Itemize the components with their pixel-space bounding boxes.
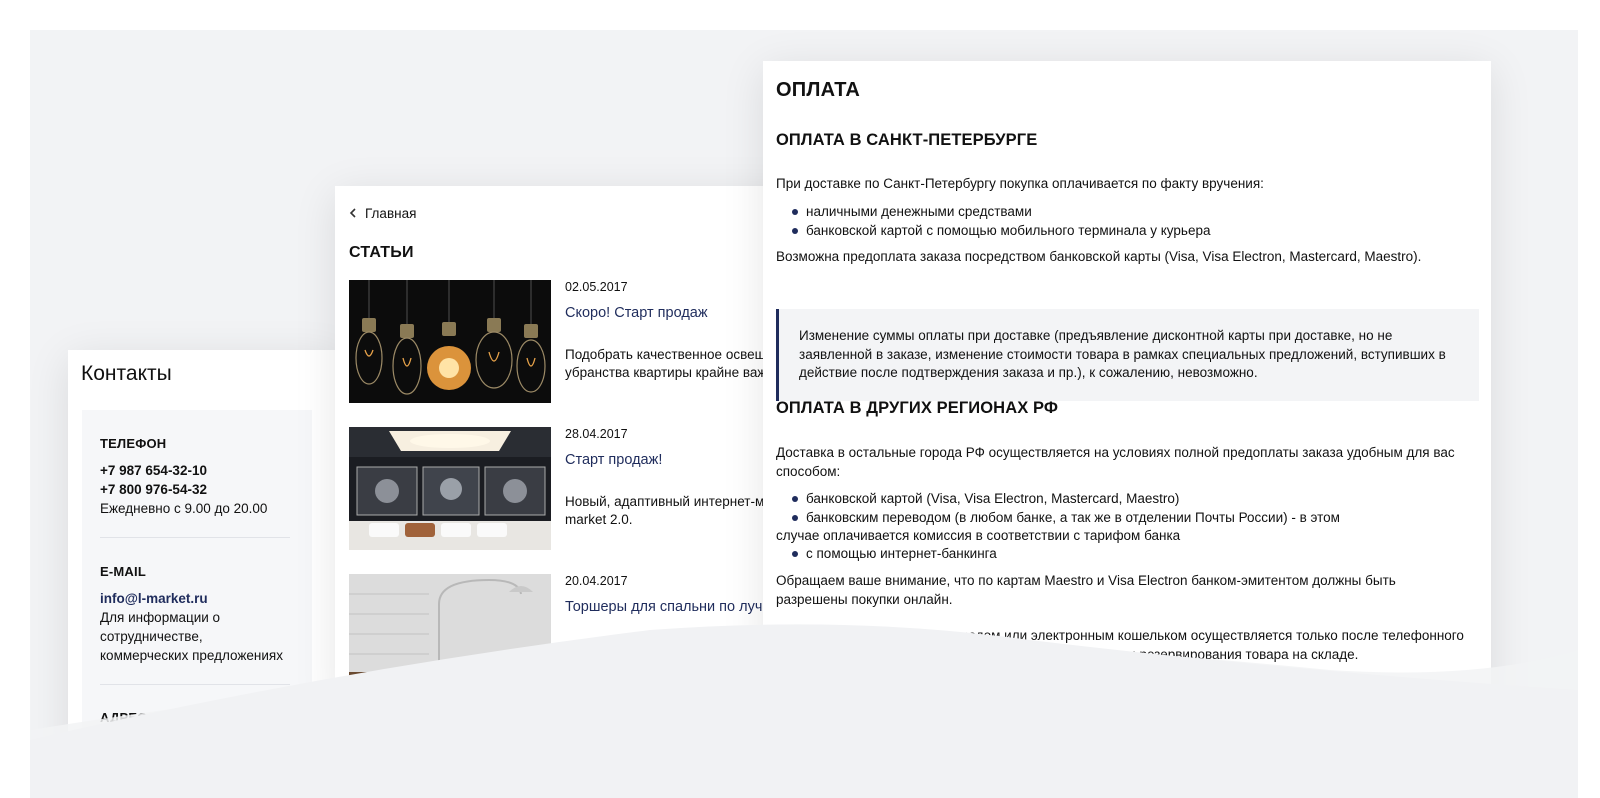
email-link[interactable]: info@l-market.ru [100,589,296,608]
excerpt-line: убранства квартиры крайне важно [565,365,782,380]
paragraph: При доставке по Санкт-Петербургу покупка… [776,176,1264,191]
phone-block: ТЕЛЕФОН +7 987 654-32-10 +7 800 976-54-3… [100,436,296,518]
showcase-stage: Контакты ТЕЛЕФОН +7 987 654-32-10 +7 800… [30,30,1578,798]
article-item[interactable]: 20.04.2017 Торшеры для спальни по лучшим [349,574,795,699]
contacts-title: Контакты [81,362,172,385]
email-note-line: коммерческих предложениях [100,648,283,663]
paragraph: Доставка в остальные города РФ осуществл… [776,445,1455,479]
chevron-left-icon [349,207,357,221]
spb-payment-list: наличными денежными средствами банковско… [776,203,1466,240]
list-item: наличными денежными средствами [792,203,1466,222]
email-note-line: сотрудничестве, [100,629,203,644]
articles-title: СТАТЬИ [349,244,414,261]
address-label: АДРЕС [100,710,147,725]
breadcrumb-home-link[interactable]: Главная [365,206,416,221]
excerpt-line: Подобрать качественное освещени [565,347,789,362]
articles-card: Главная СТАТЬИ 02.05.2017 Скоро! Старт п… [335,186,795,706]
article-image-bulbs[interactable] [349,280,551,403]
divider [100,684,290,685]
article-date: 28.04.2017 [565,427,628,441]
article-item[interactable]: 02.05.2017 Скоро! Старт продаж Подобрать… [349,280,795,405]
phone-label: ТЕЛЕФОН [100,436,167,451]
article-image-floor-lamp[interactable] [349,574,551,697]
article-date: 02.05.2017 [565,280,628,294]
list-item: с помощью интернет-банкинга [792,545,1466,564]
note-block: Изменение суммы оплаты при доставке (пре… [776,309,1479,401]
list-item: банковским переводом (в любом банке, а т… [792,509,1466,528]
working-hours: Ежедневно с 9.00 до 20.00 [100,501,268,516]
address-block: АДРЕС [100,710,296,735]
payment-card: ОПЛАТА ОПЛАТА В САНКТ-ПЕТЕРБУРГЕ При дос… [763,61,1491,711]
article-date: 20.04.2017 [565,574,628,588]
section-heading-spb: ОПЛАТА В САНКТ-ПЕТЕРБУРГЕ [776,131,1038,149]
article-title-link[interactable]: Скоро! Старт продаж [565,305,708,321]
article-image-interior[interactable] [349,427,551,550]
breadcrumb[interactable]: Главная [349,206,416,221]
paragraph: Возможна предоплата заказа посредством б… [776,249,1422,264]
divider [100,537,290,538]
article-excerpt: Новый, адаптивный интернет-мага market 2… [565,493,795,529]
article-title-link[interactable]: Торшеры для спальни по лучшим [565,599,792,615]
email-label: E-MAIL [100,564,146,579]
excerpt-line: Новый, адаптивный интернет-мага [565,494,784,509]
regions-payment-list: с помощью интернет-банкинга [776,545,1466,564]
article-excerpt: Подобрать качественное освещени убранств… [565,346,795,382]
list-item: банковской картой с помощью мобильного т… [792,222,1466,241]
contacts-panel: ТЕЛЕФОН +7 987 654-32-10 +7 800 976-54-3… [82,410,312,770]
phone-number-2[interactable]: +7 800 976-54-32 [100,480,296,499]
phone-number-1[interactable]: +7 987 654-32-10 [100,461,296,480]
contacts-card: Контакты ТЕЛЕФОН +7 987 654-32-10 +7 800… [68,350,340,770]
regions-payment-list: банковской картой (Visa, Visa Electron, … [776,490,1466,527]
page-title: ОПЛАТА [776,79,861,101]
email-note-line: Для информации о [100,610,221,625]
paragraph: Предоплата банковским переводом или элек… [776,628,1464,662]
section-heading-regions: ОПЛАТА В ДРУГИХ РЕГИОНАХ РФ [776,399,1059,417]
list-item-continuation: случае оплачивается комиссия в соответст… [776,528,1181,543]
email-block: E-MAIL info@l-market.ru Для информации о… [100,564,296,665]
article-item[interactable]: 28.04.2017 Старт продаж! Новый, адаптивн… [349,427,795,552]
excerpt-line: market 2.0. [565,512,633,527]
paragraph: Обращаем ваше внимание, что по картам Ma… [776,573,1396,607]
list-item: банковской картой (Visa, Visa Electron, … [792,490,1466,509]
article-title-link[interactable]: Старт продаж! [565,452,662,468]
